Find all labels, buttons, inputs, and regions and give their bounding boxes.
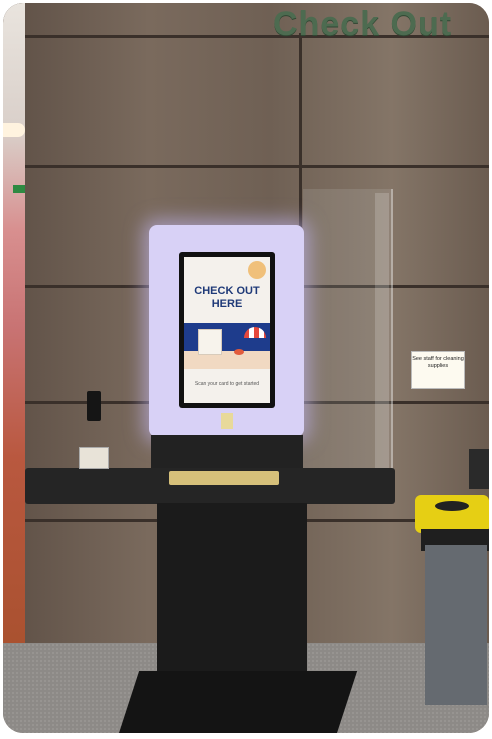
wall-sign: Check Out (273, 5, 453, 43)
cleaning-supplies-text: See staff for cleaning supplies (412, 356, 464, 369)
side-counter (469, 449, 489, 489)
left-hallway-wall (3, 3, 25, 653)
card-reader-device (87, 391, 101, 421)
bin-opening (435, 501, 469, 511)
desk-notice (79, 447, 109, 469)
display-title: CHECK OUT HERE (184, 285, 270, 311)
display-title-line1: CHECK OUT (194, 285, 260, 297)
kiosk-display[interactable]: CHECK OUT HERE Scan your card to get sta… (184, 257, 270, 403)
trash-bin (415, 495, 489, 705)
sandcastle-icon (198, 329, 222, 355)
bin-body (425, 545, 487, 705)
plexiglass-edge (375, 193, 389, 483)
exit-sign-icon (13, 185, 25, 193)
photo-frame: Check Out CHECK OUT HERE Scan your card … (3, 3, 489, 733)
display-subtitle: Scan your card to get started (194, 381, 260, 387)
kiosk-floor-base (119, 671, 358, 733)
ceiling-light (3, 123, 25, 137)
kiosk-pedestal (157, 503, 307, 695)
cleaning-supplies-sign: See staff for cleaning supplies (411, 351, 465, 389)
sand-illustration (184, 351, 270, 369)
panel-seam (25, 165, 489, 168)
sun-icon (248, 261, 266, 279)
crab-icon (234, 349, 244, 355)
card-scanner[interactable] (221, 413, 233, 429)
rfid-pad[interactable] (169, 471, 279, 485)
display-title-line2: HERE (211, 298, 243, 310)
